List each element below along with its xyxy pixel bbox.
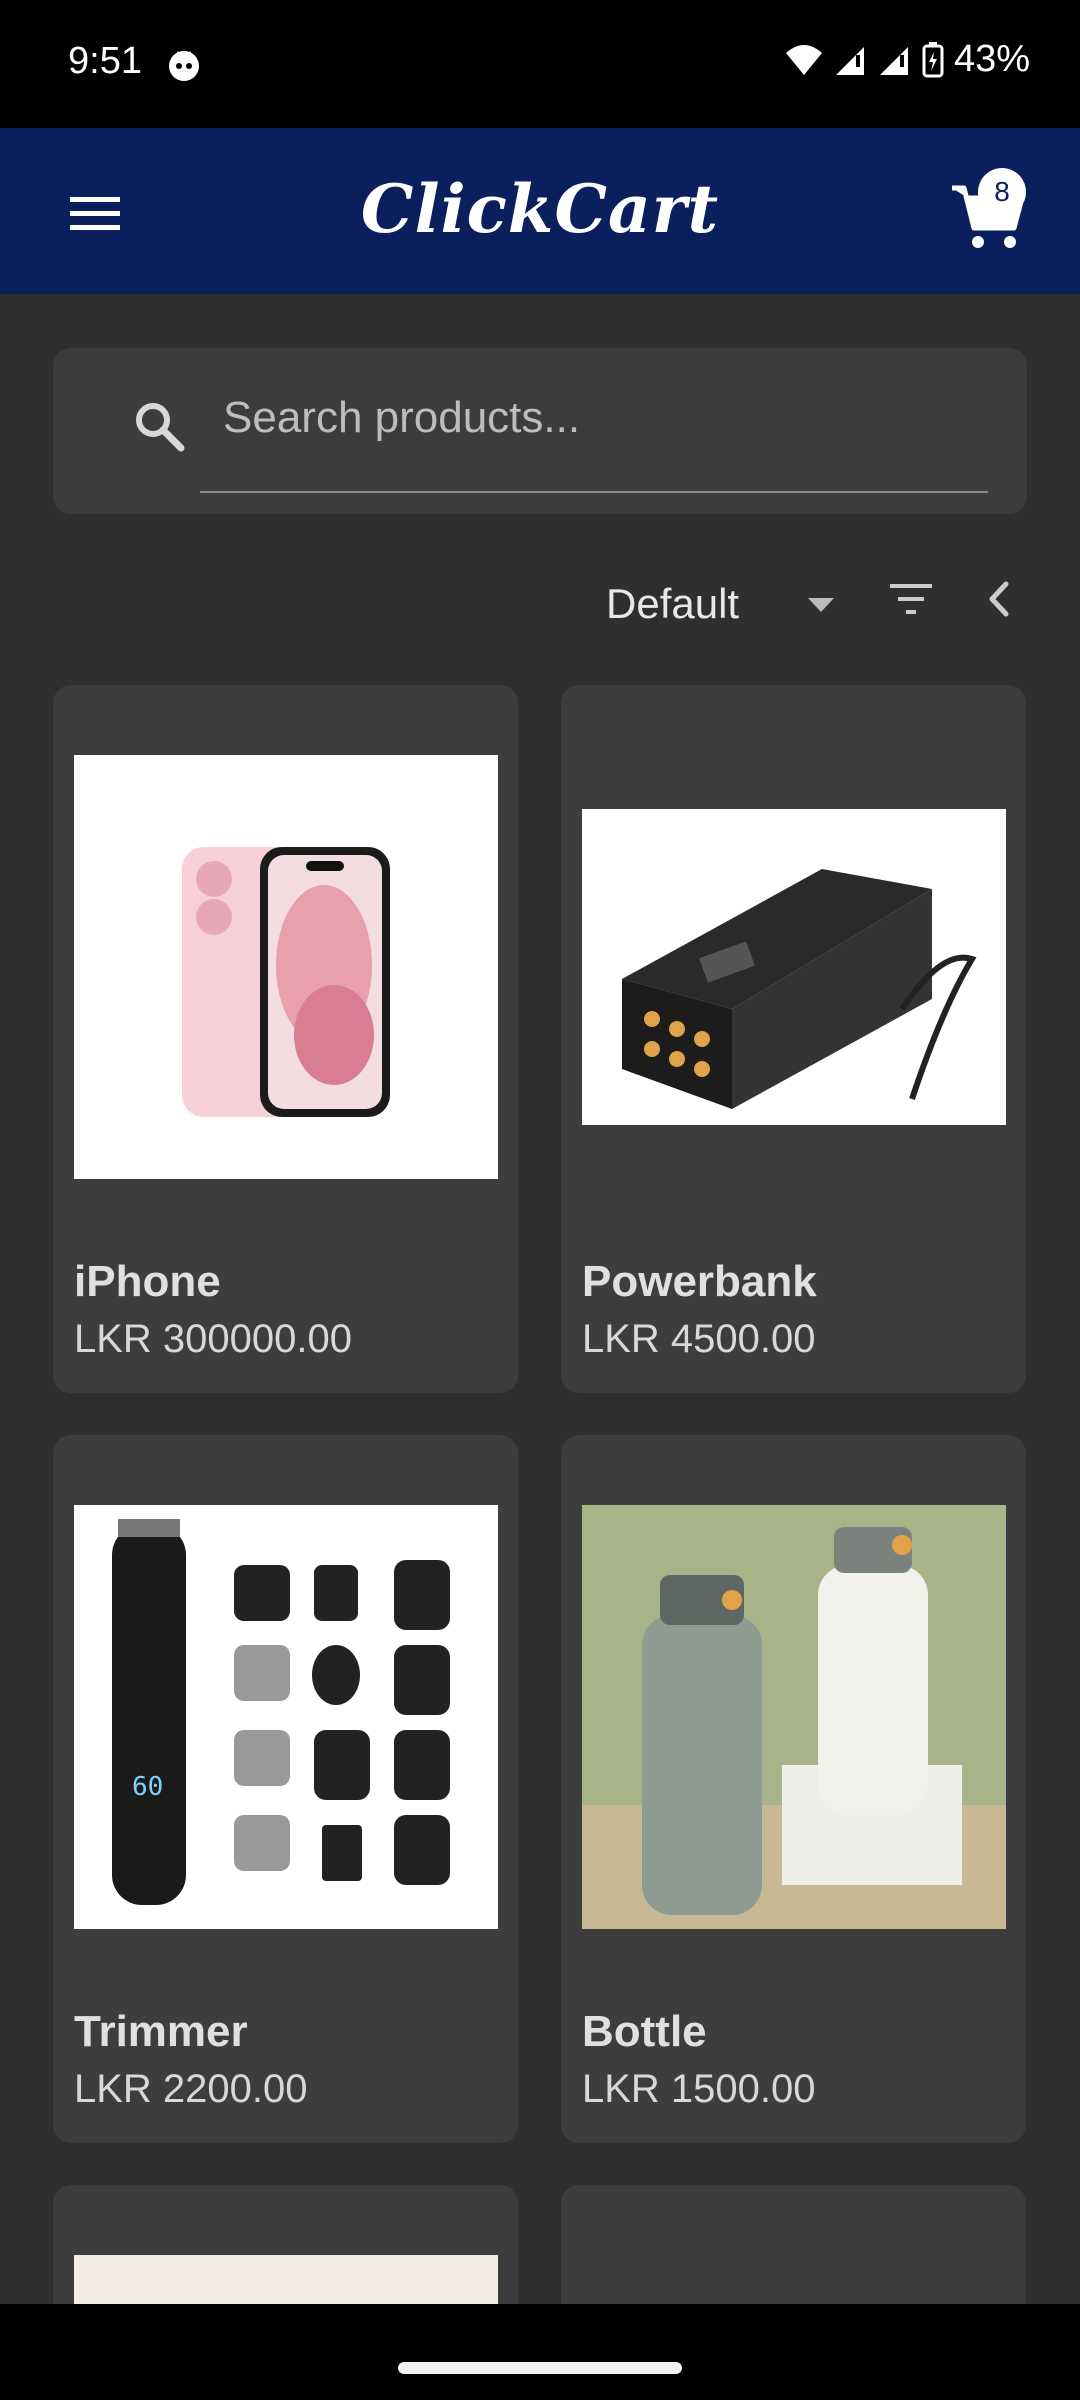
search-underline <box>200 491 988 493</box>
product-name: Bottle <box>582 2007 707 2056</box>
product-price: LKR 300000.00 <box>74 1317 353 1361</box>
product-name: Trimmer <box>74 2007 248 2056</box>
home-gesture-handle[interactable] <box>398 2362 682 2374</box>
product-card-partial-2[interactable] <box>561 2185 1026 2304</box>
status-indicators: 43% <box>784 38 1030 81</box>
product-card-partial[interactable] <box>53 2185 518 2304</box>
app-title: ClickCart <box>360 170 720 248</box>
svg-text:60: 60 <box>132 1772 163 1802</box>
search-input[interactable] <box>221 382 885 454</box>
product-card-powerbank[interactable]: Powerbank LKR 4500.00 <box>561 685 1026 1393</box>
search-icon <box>136 403 185 452</box>
cat-app-icon <box>169 51 199 81</box>
product-price: LKR 2200.00 <box>74 2067 308 2111</box>
sort-selected-label: Default <box>606 580 740 627</box>
product-price: LKR 1500.00 <box>582 2067 816 2111</box>
chevron-left-icon[interactable] <box>978 574 1018 624</box>
product-card-iphone[interactable]: iPhone LKR 300000.00 <box>53 685 518 1393</box>
dropdown-caret-icon <box>808 598 834 612</box>
product-name: iPhone <box>74 1257 221 1306</box>
wifi-icon <box>785 44 822 75</box>
app-bar: ClickCart 8 <box>0 128 1080 294</box>
signal-icon-2 <box>879 46 908 75</box>
product-name: Powerbank <box>582 1257 817 1306</box>
product-image-bottle <box>582 1505 1006 1929</box>
filter-icon[interactable] <box>886 574 936 624</box>
signal-icon <box>835 46 864 75</box>
product-card-bottle[interactable]: Bottle LKR 1500.00 <box>561 1435 1026 2143</box>
status-bar: 9:51 43% <box>0 0 1080 128</box>
system-nav-bar <box>0 2304 1080 2400</box>
sort-toolbar: Default <box>0 560 1080 640</box>
battery-percent: 43% <box>953 38 1030 80</box>
product-image-partial <box>74 2255 498 2304</box>
product-image-powerbank <box>582 809 1006 1125</box>
sort-dropdown[interactable]: Default <box>606 574 846 634</box>
status-time: 9:51 <box>68 40 142 82</box>
battery-icon <box>922 41 944 77</box>
cart-count-badge: 8 <box>978 168 1026 216</box>
product-card-trimmer[interactable]: 60 Trimmer LKR 2200.00 <box>53 1435 518 2143</box>
product-image-trimmer: 60 <box>74 1505 498 1929</box>
product-image-iphone <box>74 755 498 1179</box>
search-card <box>53 348 1027 514</box>
product-price: LKR 4500.00 <box>582 1317 816 1361</box>
